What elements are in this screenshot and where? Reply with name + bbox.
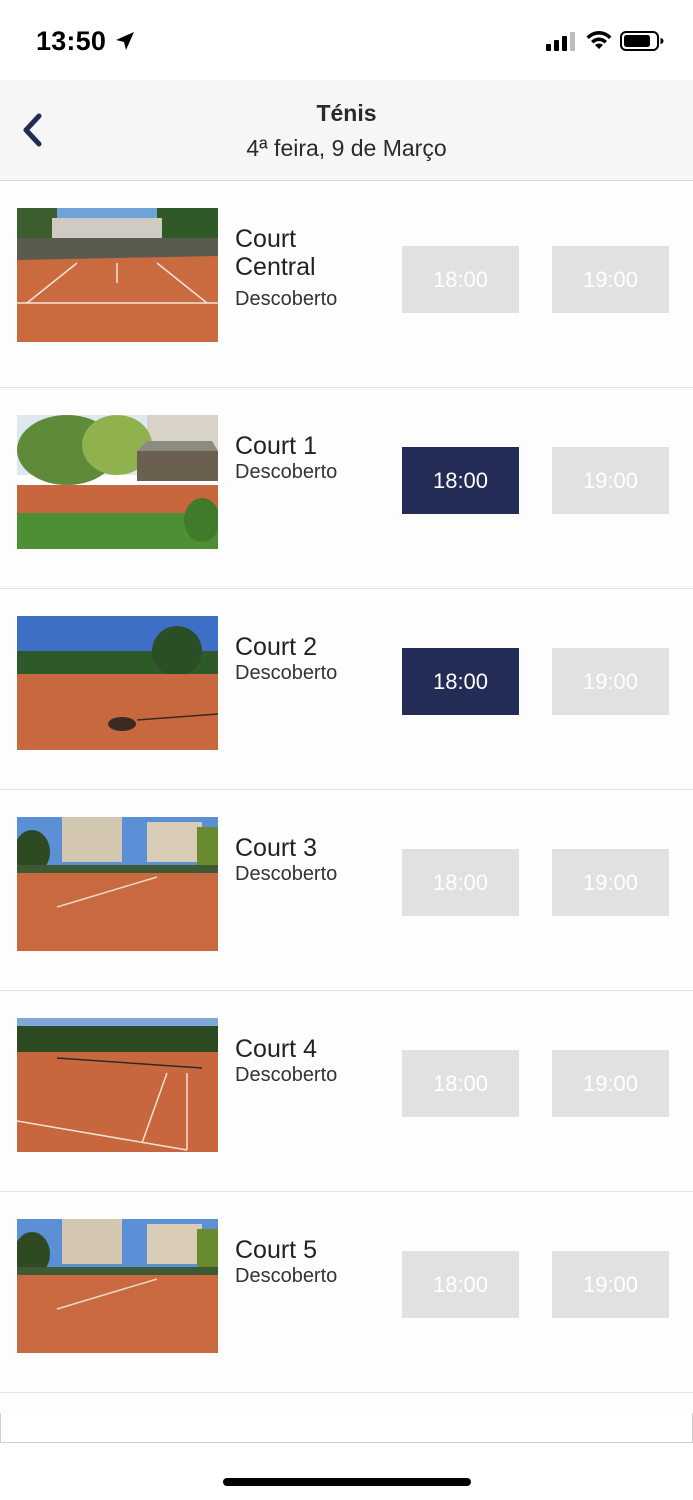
court-photo <box>17 415 218 549</box>
court-name: Court 5 <box>235 1236 317 1264</box>
page-date: 4ª feira, 9 de Março <box>246 135 447 161</box>
court-cover-type: Descoberto <box>235 1265 338 1287</box>
time-slot-button[interactable]: 18:00 <box>402 849 519 916</box>
time-slot-button[interactable]: 19:00 <box>552 849 669 916</box>
time-slot-button[interactable]: 18:00 <box>402 246 519 313</box>
court-photo <box>17 1219 218 1353</box>
time-slot-button[interactable]: 18:00 <box>402 648 519 715</box>
court-row: Court Central Descoberto 18:00 19:00 <box>0 181 693 388</box>
list-bottom-frame <box>0 1413 693 1443</box>
time-slot-button[interactable]: 19:00 <box>552 447 669 514</box>
court-name: Court 4 <box>235 1035 317 1063</box>
navigation-header: Ténis 4ª feira, 9 de Março <box>0 80 693 181</box>
status-time: 13:50 <box>36 26 107 56</box>
time-slot-button[interactable]: 19:00 <box>552 246 669 313</box>
court-name: Court 3 <box>235 834 317 862</box>
court-name: Court 2 <box>235 633 317 661</box>
court-cover-type: Descoberto <box>235 288 338 310</box>
court-row: Court 1 Descoberto 18:00 19:00 <box>0 388 693 589</box>
status-bar: 13:50 <box>0 0 693 80</box>
battery-icon <box>620 31 664 51</box>
location-arrow-icon <box>116 32 134 50</box>
court-row: Court 3 Descoberto 18:00 19:00 <box>0 790 693 991</box>
wifi-icon <box>586 31 612 49</box>
time-slot-button[interactable]: 19:00 <box>552 648 669 715</box>
court-cover-type: Descoberto <box>235 1064 338 1086</box>
court-row: Court 4 Descoberto 18:00 19:00 <box>0 991 693 1192</box>
court-row: Court 2 Descoberto 18:00 19:00 <box>0 589 693 790</box>
court-name: Court Central <box>235 225 316 281</box>
court-cover-type: Descoberto <box>235 662 338 684</box>
cellular-signal-icon <box>546 32 575 51</box>
page-title: Ténis <box>316 100 377 126</box>
time-slot-button[interactable]: 19:00 <box>552 1050 669 1117</box>
court-photo <box>17 208 218 342</box>
court-name: Court 1 <box>235 432 317 460</box>
court-cover-type: Descoberto <box>235 461 338 483</box>
court-row: Court 5 Descoberto 18:00 19:00 <box>0 1192 693 1393</box>
time-slot-button[interactable]: 18:00 <box>402 447 519 514</box>
court-photo <box>17 616 218 750</box>
court-photo <box>17 1018 218 1152</box>
time-slot-button[interactable]: 18:00 <box>402 1251 519 1318</box>
court-photo <box>17 817 218 951</box>
time-slot-button[interactable]: 18:00 <box>402 1050 519 1117</box>
court-list[interactable]: Court Central Descoberto 18:00 19:00 Cou… <box>0 181 693 1443</box>
time-slot-button[interactable]: 19:00 <box>552 1251 669 1318</box>
court-cover-type: Descoberto <box>235 863 338 885</box>
home-indicator[interactable] <box>223 1478 471 1486</box>
